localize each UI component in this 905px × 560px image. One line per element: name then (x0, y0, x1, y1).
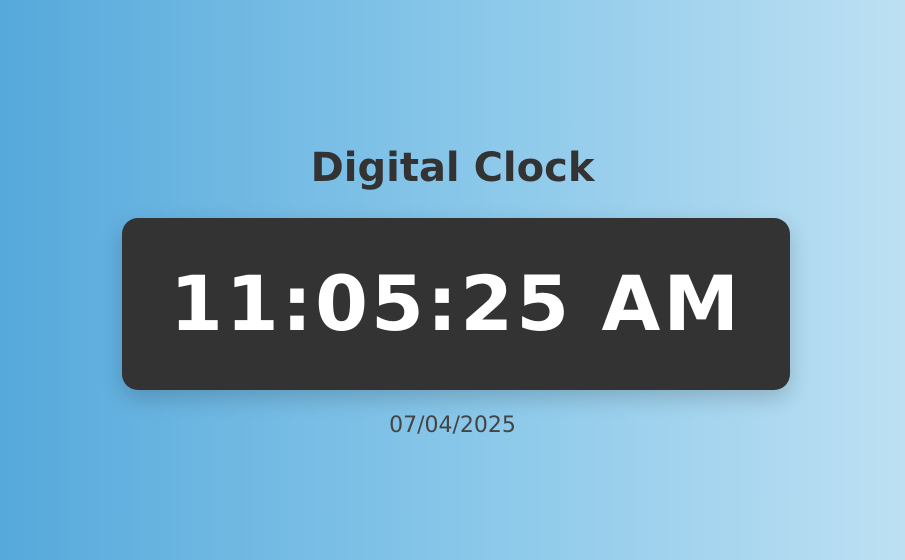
clock-page: Digital Clock 11:05:25 AM 07/04/2025 (0, 0, 905, 560)
page-title: Digital Clock (310, 145, 595, 191)
clock-display-panel: 11:05:25 AM (122, 218, 790, 390)
clock-date: 07/04/2025 (389, 413, 516, 438)
clock-time: 11:05:25 AM (170, 259, 742, 348)
